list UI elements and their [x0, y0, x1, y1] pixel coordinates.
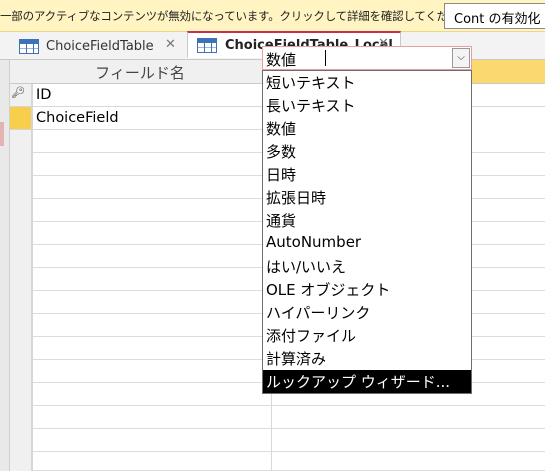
row-selector[interactable] — [10, 406, 32, 429]
row-selector[interactable] — [10, 429, 32, 452]
empty-row[interactable] — [10, 406, 545, 429]
dropdown-option[interactable]: 添付ファイル — [263, 324, 471, 347]
row-selector-divider — [32, 84, 33, 471]
row-selector[interactable] — [10, 153, 32, 176]
primary-key-icon: 🔑︎ — [11, 86, 25, 99]
tab-label: ChoiceFieldTable — [46, 39, 154, 54]
table-icon — [197, 38, 217, 53]
table-icon — [19, 39, 39, 54]
dropdown-option[interactable]: 多数 — [263, 140, 471, 163]
dropdown-option[interactable]: ハイパーリンク — [263, 301, 471, 324]
field-name-cell[interactable]: ChoiceField — [32, 107, 271, 130]
row-selector[interactable] — [10, 268, 32, 291]
dropdown-option[interactable]: 短いテキスト — [263, 71, 471, 94]
text-caret — [325, 50, 326, 66]
enable-content-button[interactable]: Cont の有効化 — [444, 3, 545, 29]
field-name-cell[interactable]: ID — [32, 84, 271, 107]
data-type-combobox[interactable]: 数値 ⌵ — [262, 46, 472, 70]
empty-row[interactable] — [10, 429, 545, 452]
selection-marker — [0, 122, 4, 146]
row-selector[interactable] — [10, 452, 32, 471]
row-selector[interactable] — [10, 337, 32, 360]
dropdown-option-highlighted[interactable]: ルックアップ ウィザード... — [263, 370, 471, 393]
row-selector[interactable] — [10, 176, 32, 199]
column-header-field-name[interactable]: フィールド名 — [10, 60, 271, 84]
tab-choicefieldtable[interactable]: ChoiceFieldTable ✕ — [12, 34, 192, 61]
security-message-text[interactable]: 一部のアクティブなコンテンツが無効になっています。クリックして詳細を確認してくだ… — [0, 8, 482, 24]
row-selector[interactable] — [10, 199, 32, 222]
dropdown-option[interactable]: AutoNumber — [263, 232, 471, 255]
row-selector[interactable]: 🔑︎ — [10, 84, 32, 107]
dropdown-option[interactable]: 長いテキスト — [263, 94, 471, 117]
chevron-down-icon[interactable]: ⌵ — [452, 48, 470, 68]
row-selector-active[interactable] — [10, 107, 32, 130]
row-selector[interactable] — [10, 291, 32, 314]
dropdown-option[interactable]: OLE オブジェクト — [263, 278, 471, 301]
dropdown-option[interactable]: 数値 — [263, 117, 471, 140]
dropdown-option[interactable]: 計算済み — [263, 347, 471, 370]
navigation-pane-edge — [0, 60, 10, 471]
dropdown-option[interactable]: はい/いいえ — [263, 255, 471, 278]
data-type-dropdown-list: 短いテキスト 長いテキスト 数値 多数 日時 拡張日時 通貨 AutoNumbe… — [262, 70, 472, 394]
row-selector[interactable] — [10, 130, 32, 153]
row-selector[interactable] — [10, 245, 32, 268]
row-selector[interactable] — [10, 383, 32, 406]
empty-row[interactable] — [10, 452, 545, 471]
dropdown-option[interactable]: 日時 — [263, 163, 471, 186]
row-selector[interactable] — [10, 360, 32, 383]
combobox-value[interactable]: 数値 — [266, 49, 296, 70]
dropdown-option[interactable]: 通貨 — [263, 209, 471, 232]
dropdown-option[interactable]: 拡張日時 — [263, 186, 471, 209]
row-selector[interactable] — [10, 314, 32, 337]
row-selector[interactable] — [10, 222, 32, 245]
security-message-bar[interactable]: 一部のアクティブなコンテンツが無効になっています。クリックして詳細を確認してくだ… — [0, 0, 545, 32]
close-icon[interactable]: ✕ — [165, 37, 176, 52]
